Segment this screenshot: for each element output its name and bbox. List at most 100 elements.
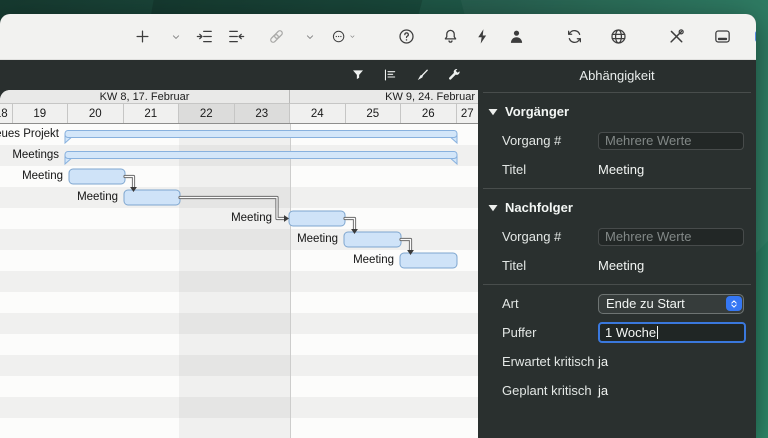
content-area: KW 8, 17. FebruarKW 9, 24. Februar 18192… xyxy=(0,90,756,438)
section-title: Vorgänger xyxy=(505,104,569,119)
help-button[interactable] xyxy=(393,23,419,51)
inspector-row: TitelMeeting xyxy=(478,155,756,184)
add-menu-button[interactable] xyxy=(167,23,185,51)
day-label: 27 xyxy=(461,108,474,120)
activity-button[interactable] xyxy=(469,23,495,51)
more-button[interactable] xyxy=(331,23,357,51)
outline-button[interactable] xyxy=(382,67,398,83)
filter-button[interactable] xyxy=(350,67,366,83)
day-header-cell: 18 xyxy=(0,104,13,123)
dependency-arrowhead xyxy=(284,215,289,222)
notifications-button[interactable] xyxy=(437,23,463,51)
indent-button[interactable] xyxy=(191,23,217,51)
day-label: 20 xyxy=(89,108,102,120)
chevron-down-icon xyxy=(348,31,357,42)
inspector-header: Abhängigkeit xyxy=(478,60,756,90)
field-value: Meeting xyxy=(598,258,644,273)
chevron-down-icon xyxy=(303,30,317,44)
field-label: Vorgang # xyxy=(502,229,598,244)
sync-button[interactable] xyxy=(561,23,587,51)
day-label: 26 xyxy=(422,108,435,120)
dependency-link[interactable] xyxy=(180,198,289,222)
style-button[interactable] xyxy=(414,67,430,83)
bolt-icon xyxy=(473,27,492,46)
dependency-link-line xyxy=(345,219,355,230)
sync-icon xyxy=(565,27,584,46)
gantt-task-bar[interactable] xyxy=(124,190,180,205)
globe-icon xyxy=(609,27,628,46)
gantt-task-bar[interactable] xyxy=(400,253,457,268)
field-label: Puffer xyxy=(502,325,598,340)
vorgang-input[interactable]: Mehrere Werte xyxy=(598,132,744,150)
gantt-summary-bar[interactable] xyxy=(65,131,457,144)
dependency-link-line xyxy=(125,177,134,188)
field-label: Titel xyxy=(502,258,598,273)
art-select[interactable]: Ende zu Start xyxy=(598,294,744,314)
disclosure-triangle-icon xyxy=(488,204,498,212)
section-title: Nachfolger xyxy=(505,200,573,215)
main-toolbar xyxy=(0,14,756,60)
day-label: 21 xyxy=(144,108,157,120)
day-header-cell: 27 xyxy=(457,104,479,123)
view-bar: Abhängigkeit xyxy=(0,60,756,90)
panel-bottom-button[interactable] xyxy=(709,23,735,51)
link-menu-button[interactable] xyxy=(301,23,319,51)
day-label: 25 xyxy=(366,108,379,120)
day-header-cell: 22 xyxy=(179,104,235,123)
link-icon xyxy=(267,27,286,46)
tools-icon xyxy=(667,27,686,46)
panel-right-button[interactable] xyxy=(749,23,756,51)
day-label: 22 xyxy=(200,108,213,120)
day-label: 23 xyxy=(255,108,268,120)
panel-bottom-icon xyxy=(713,27,732,46)
timeline-day-row: 18192021222324252627 xyxy=(0,104,478,124)
gantt-chart: Neues ProjektMeetingsMeetingMeetingMeeti… xyxy=(0,124,478,438)
question-circle-icon xyxy=(397,27,416,46)
outdent-icon xyxy=(227,27,246,46)
gantt-task-bar[interactable] xyxy=(344,232,401,247)
app-window: Abhängigkeit KW 8, 17. FebruarKW 9, 24. … xyxy=(0,14,756,438)
field-label: Art xyxy=(502,296,598,311)
outdent-button[interactable] xyxy=(223,23,249,51)
disclosure-toggle[interactable] xyxy=(488,204,498,212)
add-button[interactable] xyxy=(129,23,155,51)
updown-chevrons-icon xyxy=(729,298,739,310)
settings-button[interactable] xyxy=(663,23,689,51)
inspector-row: ArtEnde zu Start xyxy=(478,289,756,318)
day-label: 18 xyxy=(0,108,8,120)
desktop: Abhängigkeit KW 8, 17. FebruarKW 9, 24. … xyxy=(0,0,768,438)
gantt-summary-bar[interactable] xyxy=(65,152,457,165)
select-stepper-icon[interactable] xyxy=(726,296,742,311)
adjust-button[interactable] xyxy=(446,67,462,83)
funnel-icon xyxy=(350,67,366,83)
inspector-section: ArtEnde zu StartPuffer1 WocheErwartet kr… xyxy=(478,285,756,409)
text-caret xyxy=(657,326,658,339)
day-header-cell: 20 xyxy=(68,104,124,123)
field-label: Vorgang # xyxy=(502,133,598,148)
inspector-row: Vorgang #Mehrere Werte xyxy=(478,126,756,155)
disclosure-toggle[interactable] xyxy=(488,108,498,116)
link-button[interactable] xyxy=(263,23,289,51)
dependency-inspector: VorgängerVorgang #Mehrere WerteTitelMeet… xyxy=(478,90,756,438)
ellipsis-circle-icon xyxy=(331,27,346,46)
day-header-cell: 19 xyxy=(13,104,69,123)
gantt-task-bar[interactable] xyxy=(69,169,125,184)
day-header-cell: 25 xyxy=(346,104,402,123)
vorgang-input[interactable]: Mehrere Werte xyxy=(598,228,744,246)
plus-icon xyxy=(133,27,152,46)
disclosure-triangle-icon xyxy=(488,108,498,116)
users-button[interactable] xyxy=(503,23,529,51)
bell-icon xyxy=(441,27,460,46)
panel-right-icon xyxy=(753,27,757,46)
publish-button[interactable] xyxy=(605,23,631,51)
puffer-input[interactable]: 1 Woche xyxy=(598,322,746,343)
gantt-task-bar[interactable] xyxy=(289,211,345,226)
day-label: 19 xyxy=(33,108,46,120)
field-value: Meeting xyxy=(598,162,644,177)
week-header-cell: KW 9, 24. Februar xyxy=(290,90,478,104)
chevron-down-icon xyxy=(169,30,183,44)
section-header-nachfolger[interactable]: Nachfolger xyxy=(478,193,756,222)
section-header-vorgänger[interactable]: Vorgänger xyxy=(478,97,756,126)
field-label: Geplant kritisch xyxy=(502,383,598,398)
summary-bar-body xyxy=(65,131,457,138)
